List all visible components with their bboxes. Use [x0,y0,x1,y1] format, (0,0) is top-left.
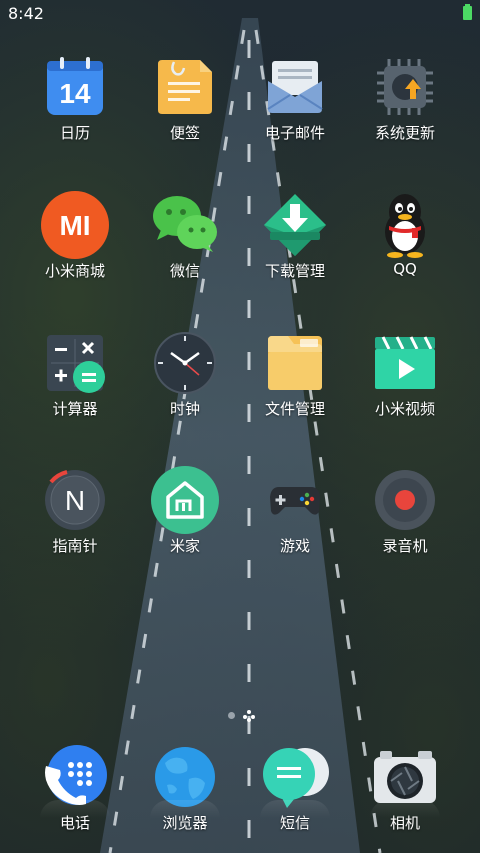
page-indicator[interactable] [226,709,266,722]
app-games[interactable]: 游戏 [240,465,350,575]
app-mi-store[interactable]: MI 小米商城 [20,190,130,300]
app-mi-video[interactable]: 小米视频 [350,328,460,438]
app-label: 便签 [169,124,200,142]
dock-phone[interactable]: 电话 [20,742,130,852]
app-label: 计算器 [52,400,98,418]
app-label: 短信 [279,814,310,832]
app-download-manager[interactable]: 下载管理 [240,190,350,300]
recorder-icon [370,465,440,535]
file-manager-icon [260,328,330,398]
compass-icon: N [40,465,110,535]
app-notes[interactable]: 便签 [130,52,240,162]
app-label: 下载管理 [264,262,325,280]
app-label: 微信 [169,262,200,280]
download-icon [260,190,330,260]
app-label: 系统更新 [374,124,435,142]
app-label: 电子邮件 [264,124,325,142]
calculator-icon [40,328,110,398]
app-label: 相机 [389,814,420,832]
mi-video-icon [370,328,440,398]
status-bar: 8:42 [0,0,480,28]
app-label: 游戏 [279,537,310,555]
app-label: 米家 [169,537,200,555]
app-label: 小米商城 [44,262,105,280]
app-label: 时钟 [169,400,200,418]
app-calendar[interactable]: 14 日历 [20,52,130,162]
app-wechat[interactable]: 微信 [130,190,240,300]
dock-messages[interactable]: 短信 [240,742,350,852]
app-label: QQ [393,260,417,278]
mi-home-icon [150,465,220,535]
mi-logo-text: MI [59,210,90,241]
app-label: 电话 [59,814,90,832]
app-calculator[interactable]: 计算器 [20,328,130,438]
gamepad-icon [260,465,330,535]
app-clock[interactable]: 时钟 [130,328,240,438]
compass-letter: N [65,485,85,516]
status-time: 8:42 [8,4,44,23]
notes-icon [150,52,220,122]
app-mi-home[interactable]: 米家 [130,465,240,575]
app-system-update[interactable]: 系统更新 [350,52,460,162]
clock-icon [150,328,220,398]
dock-browser[interactable]: 浏览器 [130,742,240,852]
app-recorder[interactable]: 录音机 [350,465,460,575]
app-compass[interactable]: N 指南针 [20,465,130,575]
app-label: 文件管理 [264,400,325,418]
page-dot [228,712,235,719]
calendar-icon: 14 [40,52,110,122]
app-file-manager[interactable]: 文件管理 [240,328,350,438]
calendar-day: 14 [59,78,91,109]
app-qq[interactable]: QQ [350,190,460,300]
home-page-dot-icon [243,710,255,722]
app-label: 小米视频 [374,400,435,418]
app-label: 浏览器 [162,814,208,832]
app-label: 日历 [59,124,90,142]
wechat-icon [150,190,220,260]
system-update-icon [370,52,440,122]
email-icon [260,52,330,122]
mi-store-icon: MI [40,190,110,260]
app-label: 指南针 [52,537,98,555]
battery-icon [463,4,472,20]
qq-icon [370,190,440,260]
app-email[interactable]: 电子邮件 [240,52,350,162]
app-label: 录音机 [382,537,428,555]
dock-camera[interactable]: 相机 [350,742,460,852]
